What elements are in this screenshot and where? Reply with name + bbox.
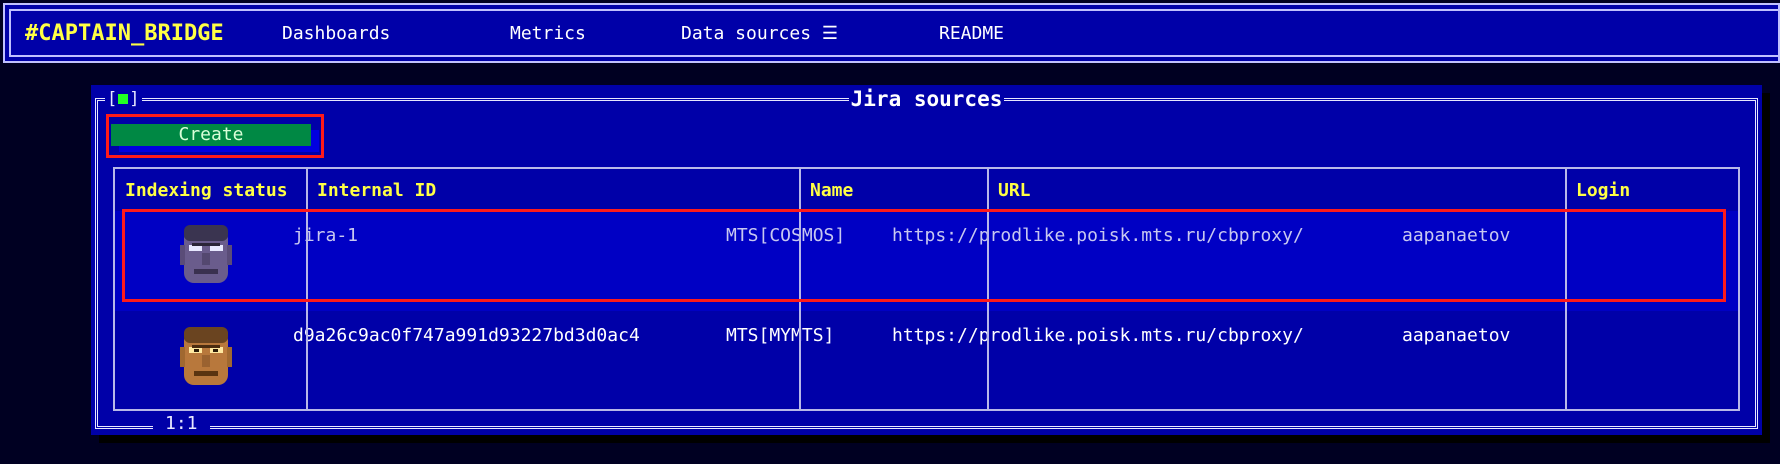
header-indexing-status: Indexing status [125, 180, 288, 201]
top-navigation-frame: #CAPTAIN_BRIDGE Dashboards Metrics Data … [9, 9, 1780, 57]
name-cell: MTS[MYMTS] [726, 325, 835, 346]
column-divider [799, 169, 801, 409]
create-button[interactable]: Create [111, 124, 311, 146]
panel-close-control[interactable]: [] [105, 89, 142, 109]
column-divider [306, 169, 308, 409]
panel-title-bar: Jira sources [91, 85, 1762, 111]
header-url: URL [998, 180, 1031, 201]
header-login: Login [1576, 180, 1631, 201]
bracket-left: [ [107, 89, 118, 109]
panel-footer-ratio: 1:1 [153, 413, 210, 435]
top-navigation-bar: #CAPTAIN_BRIDGE Dashboards Metrics Data … [3, 3, 1780, 63]
doomguy-face-icon [180, 225, 232, 283]
nav-data-sources[interactable]: Data sources ☰ [681, 23, 838, 44]
table-row[interactable]: d9a26c9ac0f747a991d93227bd3d0ac4 MTS[MYM… [115, 311, 1738, 409]
column-divider [1565, 169, 1567, 409]
url-cell: https://prodlike.poisk.mts.ru/cbproxy/ [892, 325, 1304, 346]
nav-dashboards[interactable]: Dashboards [282, 23, 390, 44]
internal-id-cell: jira-1 [293, 225, 359, 246]
login-cell: aapanaetov [1402, 325, 1511, 346]
close-square-icon[interactable] [118, 94, 129, 104]
header-internal-id: Internal ID [317, 180, 437, 201]
jira-sources-table: jira-1 MTS[COSMOS] https://prodlike.pois… [113, 167, 1740, 411]
header-name: Name [810, 180, 854, 201]
url-cell: https://prodlike.poisk.mts.ru/cbproxy/ [892, 225, 1304, 246]
name-cell: MTS[COSMOS] [726, 225, 846, 246]
internal-id-cell: d9a26c9ac0f747a991d93227bd3d0ac4 [293, 325, 640, 346]
panel-title: Jira sources [848, 87, 1005, 111]
table-row[interactable]: jira-1 MTS[COSMOS] https://prodlike.pois… [115, 211, 1738, 311]
nav-metrics[interactable]: Metrics [510, 23, 586, 44]
login-cell: aapanaetov [1402, 225, 1511, 246]
bracket-right: ] [129, 89, 140, 109]
doomguy-face-icon [180, 327, 232, 385]
brand-logo[interactable]: #CAPTAIN_BRIDGE [25, 21, 275, 46]
nav-readme[interactable]: README [939, 23, 1004, 44]
column-divider [987, 169, 989, 409]
